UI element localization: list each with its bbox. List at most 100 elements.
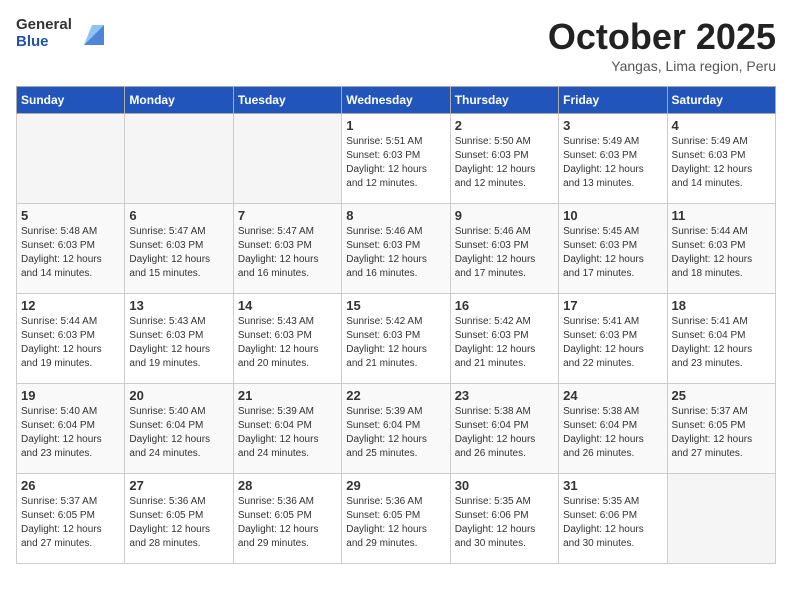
day-info: Sunrise: 5:36 AM Sunset: 6:05 PM Dayligh… [238,495,337,551]
day-number: 20 [129,388,228,403]
calendar-cell: 14 Sunrise: 5:43 AM Sunset: 6:03 PM Dayli… [233,294,341,384]
day-info: Sunrise: 5:35 AM Sunset: 6:06 PM Dayligh… [455,495,554,551]
calendar-cell: 15Sunrise: 5:42 AM Sunset: 6:03 PM Dayli… [342,294,450,384]
calendar-cell: 10 Sunrise: 5:45 AM Sunset: 6:03 PM Dayli… [559,204,667,294]
calendar-cell [233,114,341,204]
calendar-table: SundayMondayTuesdayWednesdayThursdayFrid… [16,86,776,564]
calendar-cell: 28Sunrise: 5:36 AM Sunset: 6:05 PM Dayli… [233,474,341,564]
calendar-week-row: 26 Sunrise: 5:37 AM Sunset: 6:05 PM Dayli… [17,474,776,564]
calendar-cell: 9Sunrise: 5:46 AM Sunset: 6:03 PM Daylig… [450,204,558,294]
day-info: Sunrise: 5:46 AM Sunset: 6:03 PM Dayligh… [346,225,445,281]
day-number: 19 [21,388,120,403]
day-info: Sunrise: 5:51 AM Sunset: 6:03 PM Dayligh… [346,135,445,191]
day-number: 1 [346,118,445,133]
calendar-header-row: SundayMondayTuesdayWednesdayThursdayFrid… [17,87,776,114]
calendar-cell: 5Sunrise: 5:48 AM Sunset: 6:03 PM Daylig… [17,204,125,294]
calendar-cell [125,114,233,204]
day-info: Sunrise: 5:50 AM Sunset: 6:03 PM Dayligh… [455,135,554,191]
calendar-cell: 6 Sunrise: 5:47 AM Sunset: 6:03 PM Daylig… [125,204,233,294]
calendar-cell: 25Sunrise: 5:37 AM Sunset: 6:05 PM Dayli… [667,384,775,474]
calendar-cell: 31Sunrise: 5:35 AM Sunset: 6:06 PM Dayli… [559,474,667,564]
day-info: Sunrise: 5:44 AM Sunset: 6:03 PM Dayligh… [672,225,771,281]
day-number: 6 [129,208,228,223]
day-number: 24 [563,388,662,403]
calendar-cell: 1 Sunrise: 5:51 AM Sunset: 6:03 PM Daylig… [342,114,450,204]
calendar-cell [667,474,775,564]
logo-blue: Blue [16,33,72,50]
day-number: 25 [672,388,771,403]
month-title: October 2025 [548,16,776,58]
day-of-week-header: Tuesday [233,87,341,114]
calendar-cell: 24 Sunrise: 5:38 AM Sunset: 6:04 PM Dayli… [559,384,667,474]
day-info: Sunrise: 5:47 AM Sunset: 6:03 PM Dayligh… [129,225,228,281]
day-number: 23 [455,388,554,403]
day-of-week-header: Monday [125,87,233,114]
day-of-week-header: Wednesday [342,87,450,114]
calendar-cell: 20 Sunrise: 5:40 AM Sunset: 6:04 PM Dayli… [125,384,233,474]
day-info: Sunrise: 5:38 AM Sunset: 6:04 PM Dayligh… [563,405,662,461]
day-number: 18 [672,298,771,313]
day-info: Sunrise: 5:45 AM Sunset: 6:03 PM Dayligh… [563,225,662,281]
logo: General Blue [16,16,108,50]
logo-icon [76,17,108,49]
calendar-cell: 30 Sunrise: 5:35 AM Sunset: 6:06 PM Dayli… [450,474,558,564]
calendar-week-row: 5Sunrise: 5:48 AM Sunset: 6:03 PM Daylig… [17,204,776,294]
calendar-cell: 22 Sunrise: 5:39 AM Sunset: 6:04 PM Dayli… [342,384,450,474]
day-number: 3 [563,118,662,133]
day-info: Sunrise: 5:49 AM Sunset: 6:03 PM Dayligh… [563,135,662,191]
calendar-week-row: 12 Sunrise: 5:44 AM Sunset: 6:03 PM Dayli… [17,294,776,384]
day-number: 8 [346,208,445,223]
calendar-cell: 2Sunrise: 5:50 AM Sunset: 6:03 PM Daylig… [450,114,558,204]
day-info: Sunrise: 5:40 AM Sunset: 6:04 PM Dayligh… [129,405,228,461]
day-info: Sunrise: 5:41 AM Sunset: 6:04 PM Dayligh… [672,315,771,371]
day-of-week-header: Saturday [667,87,775,114]
day-number: 4 [672,118,771,133]
day-info: Sunrise: 5:43 AM Sunset: 6:03 PM Dayligh… [129,315,228,371]
day-number: 16 [455,298,554,313]
calendar-cell: 23 Sunrise: 5:38 AM Sunset: 6:04 PM Dayli… [450,384,558,474]
calendar-cell: 11Sunrise: 5:44 AM Sunset: 6:03 PM Dayli… [667,204,775,294]
calendar-cell: 7Sunrise: 5:47 AM Sunset: 6:03 PM Daylig… [233,204,341,294]
day-number: 15 [346,298,445,313]
calendar-cell: 17 Sunrise: 5:41 AM Sunset: 6:03 PM Dayli… [559,294,667,384]
day-info: Sunrise: 5:46 AM Sunset: 6:03 PM Dayligh… [455,225,554,281]
day-of-week-header: Sunday [17,87,125,114]
day-number: 29 [346,478,445,493]
page-header: General Blue October 2025 Yangas, Lima r… [16,16,776,74]
calendar-week-row: 1 Sunrise: 5:51 AM Sunset: 6:03 PM Daylig… [17,114,776,204]
day-number: 31 [563,478,662,493]
day-info: Sunrise: 5:40 AM Sunset: 6:04 PM Dayligh… [21,405,120,461]
logo-general: General [16,16,72,33]
day-number: 22 [346,388,445,403]
calendar-cell: 18 Sunrise: 5:41 AM Sunset: 6:04 PM Dayli… [667,294,775,384]
calendar-cell: 19 Sunrise: 5:40 AM Sunset: 6:04 PM Dayli… [17,384,125,474]
day-info: Sunrise: 5:36 AM Sunset: 6:05 PM Dayligh… [129,495,228,551]
day-number: 27 [129,478,228,493]
day-number: 14 [238,298,337,313]
day-info: Sunrise: 5:37 AM Sunset: 6:05 PM Dayligh… [21,495,120,551]
day-number: 30 [455,478,554,493]
calendar-cell: 13Sunrise: 5:43 AM Sunset: 6:03 PM Dayli… [125,294,233,384]
day-info: Sunrise: 5:36 AM Sunset: 6:05 PM Dayligh… [346,495,445,551]
day-info: Sunrise: 5:43 AM Sunset: 6:03 PM Dayligh… [238,315,337,371]
day-number: 12 [21,298,120,313]
calendar-cell: 29 Sunrise: 5:36 AM Sunset: 6:05 PM Dayli… [342,474,450,564]
day-info: Sunrise: 5:39 AM Sunset: 6:04 PM Dayligh… [346,405,445,461]
calendar-cell: 27 Sunrise: 5:36 AM Sunset: 6:05 PM Dayli… [125,474,233,564]
day-info: Sunrise: 5:44 AM Sunset: 6:03 PM Dayligh… [21,315,120,371]
calendar-cell: 26 Sunrise: 5:37 AM Sunset: 6:05 PM Dayli… [17,474,125,564]
calendar-cell: 8 Sunrise: 5:46 AM Sunset: 6:03 PM Daylig… [342,204,450,294]
calendar-cell: 4Sunrise: 5:49 AM Sunset: 6:03 PM Daylig… [667,114,775,204]
day-number: 10 [563,208,662,223]
day-number: 17 [563,298,662,313]
day-number: 5 [21,208,120,223]
day-info: Sunrise: 5:41 AM Sunset: 6:03 PM Dayligh… [563,315,662,371]
day-info: Sunrise: 5:38 AM Sunset: 6:04 PM Dayligh… [455,405,554,461]
day-info: Sunrise: 5:47 AM Sunset: 6:03 PM Dayligh… [238,225,337,281]
calendar-cell: 21Sunrise: 5:39 AM Sunset: 6:04 PM Dayli… [233,384,341,474]
day-number: 26 [21,478,120,493]
calendar-cell: 12 Sunrise: 5:44 AM Sunset: 6:03 PM Dayli… [17,294,125,384]
calendar-cell: 3 Sunrise: 5:49 AM Sunset: 6:03 PM Daylig… [559,114,667,204]
calendar-week-row: 19 Sunrise: 5:40 AM Sunset: 6:04 PM Dayli… [17,384,776,474]
day-info: Sunrise: 5:42 AM Sunset: 6:03 PM Dayligh… [455,315,554,371]
